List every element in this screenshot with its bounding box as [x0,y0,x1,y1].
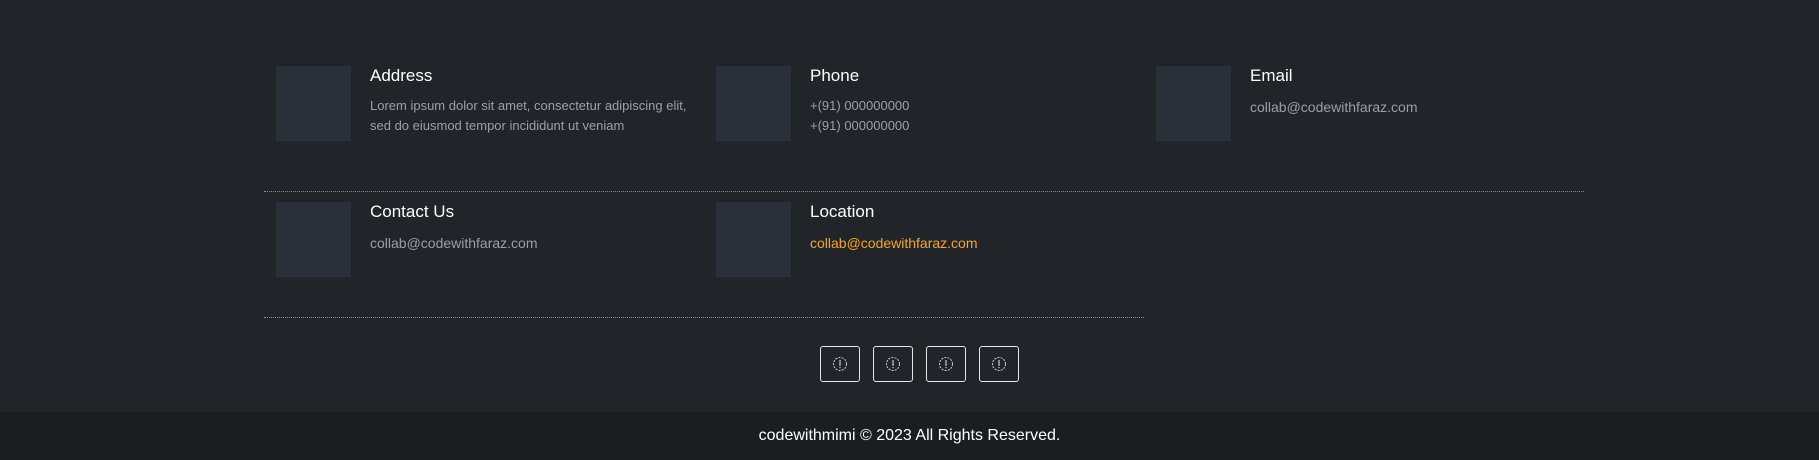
location-thumbnail [716,202,791,277]
email-text: Email collab@codewithfaraz.com [1250,66,1580,117]
contact-us-text: Contact Us collab@codewithfaraz.com [370,202,700,253]
address-text: Address Lorem ipsum dolor sit amet, cons… [370,66,700,136]
address-title: Address [370,66,433,85]
contact-row-1: Address Lorem ipsum dolor sit amet, cons… [264,66,1584,192]
contact-us-email-link[interactable]: collab@codewithfaraz.com [370,233,538,253]
social-icon [992,357,1006,371]
email-thumbnail [1156,66,1231,141]
address-description: Lorem ipsum dolor sit amet, consectetur … [370,96,700,136]
contact-us-title: Contact Us [370,202,455,221]
phone-thumbnail [716,66,791,141]
phone-title: Phone [810,66,860,85]
footer-main: Address Lorem ipsum dolor sit amet, cons… [0,0,1819,412]
row-divider [264,317,1144,318]
location-title: Location [810,202,875,221]
contact-us-card: Contact Us collab@codewithfaraz.com [264,191,704,318]
address-thumbnail [276,66,351,141]
email-card: Email collab@codewithfaraz.com [1144,66,1584,192]
phone-number-2[interactable]: +(91) 000000000 [810,116,1140,136]
phone-text: Phone +(91) 000000000 +(91) 000000000 [810,66,1140,136]
copyright-text: codewithmimi © 2023 All Rights Reserved. [758,427,1061,444]
address-line-2: sed do eiusmod tempor incididunt ut veni… [370,118,625,133]
social-button-1[interactable] [820,346,860,382]
social-icon [833,357,847,371]
phone-numbers: +(91) 000000000 +(91) 000000000 [810,96,1140,136]
phone-number-1[interactable]: +(91) 000000000 [810,96,1140,116]
copyright-bar: codewithmimi © 2023 All Rights Reserved. [0,412,1819,460]
address-line-1: Lorem ipsum dolor sit amet, consectetur … [370,98,687,113]
social-button-3[interactable] [926,346,966,382]
location-text: Location collab@codewithfaraz.com [810,202,1140,253]
social-icon [886,357,900,371]
contact-row-2: Contact Us collab@codewithfaraz.com Loca… [264,191,1584,318]
social-links [820,346,1019,384]
location-card: Location collab@codewithfaraz.com [704,191,1144,318]
social-icon [939,357,953,371]
phone-card: Phone +(91) 000000000 +(91) 000000000 [704,66,1144,192]
address-card: Address Lorem ipsum dolor sit amet, cons… [264,66,704,192]
location-email-link[interactable]: collab@codewithfaraz.com [810,233,978,253]
social-button-4[interactable] [979,346,1019,382]
email-title: Email [1250,66,1293,85]
contact-us-thumbnail [276,202,351,277]
email-link[interactable]: collab@codewithfaraz.com [1250,97,1418,117]
social-button-2[interactable] [873,346,913,382]
